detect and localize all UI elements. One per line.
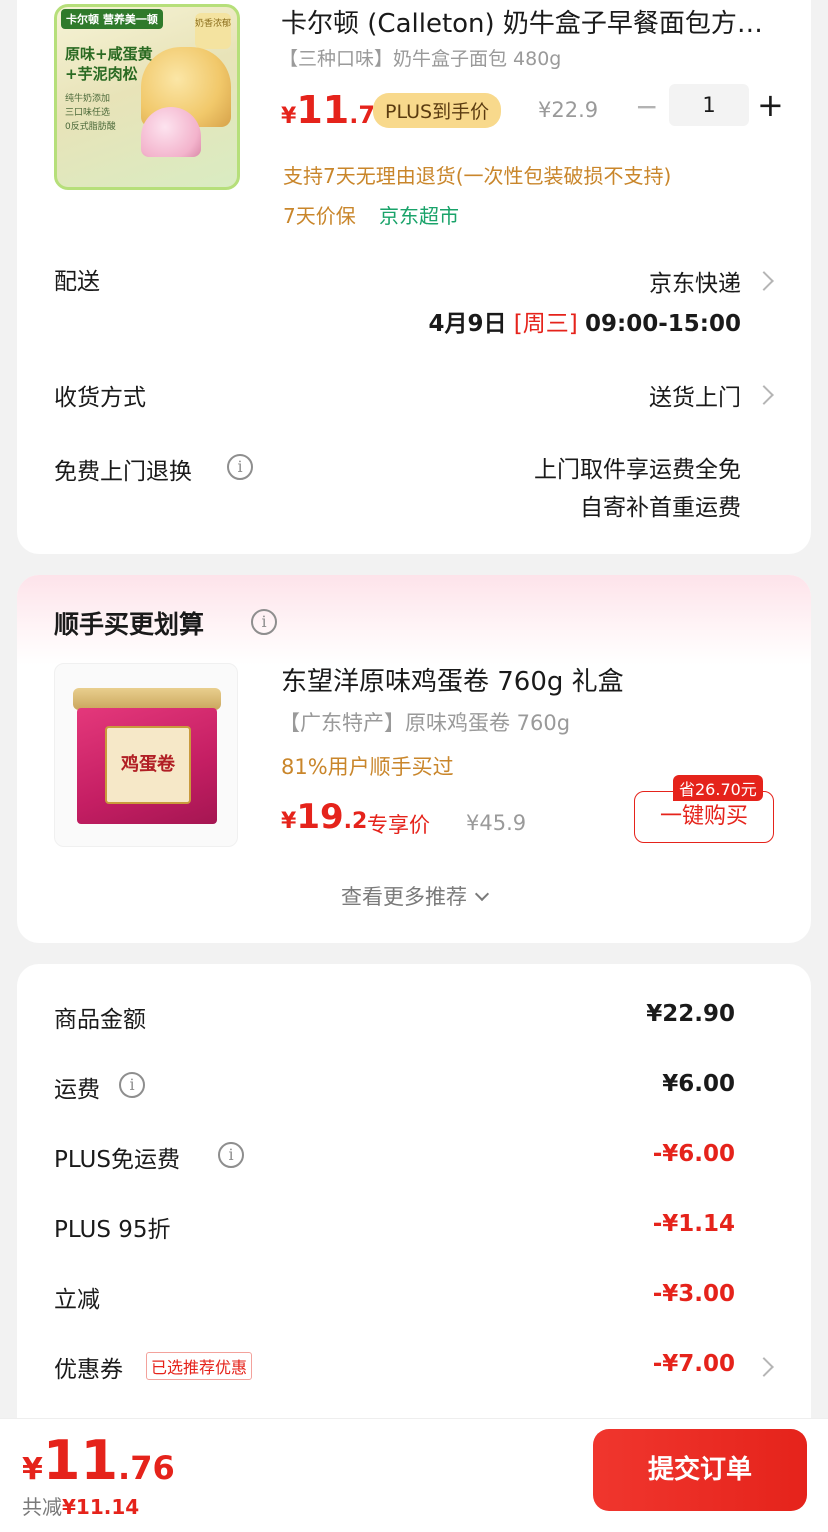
addon-card: 顺手买更划算 i 鸡蛋卷 东望洋原味鸡蛋卷 760g 礼盒 【广东特产】原味鸡蛋…	[17, 575, 811, 943]
total-savings-label: 共减	[22, 1495, 62, 1519]
product-image[interactable]: 卡尔顿 营养美一顿 奶香浓郁 原味+咸蛋黄 +芋泥肉松 纯牛奶添加 三口味任选 …	[54, 4, 240, 190]
addon-price-currency: ¥	[281, 809, 297, 834]
addon-save-tag: 省26.70元	[673, 775, 763, 801]
more-recommendations-link[interactable]: 查看更多推荐	[17, 881, 811, 911]
plus-shipping-info-icon[interactable]: i	[218, 1142, 244, 1168]
fee-value-instant-discount: -¥3.00	[652, 1281, 735, 1307]
tin-lid	[73, 688, 221, 710]
fee-value-plus-discount: -¥1.14	[652, 1211, 735, 1237]
plus-icon[interactable]: +	[757, 86, 784, 124]
fee-value-shipping: ¥6.00	[662, 1071, 735, 1097]
image-flavor-line2: +芋泥肉松	[65, 65, 138, 83]
addon-product-image[interactable]: 鸡蛋卷	[54, 663, 238, 847]
free-return-info-icon[interactable]: i	[227, 454, 253, 480]
addon-buy-stat: 81%用户顺手买过	[281, 755, 454, 779]
addon-price: ¥19.2	[281, 797, 367, 837]
minus-icon[interactable]: −	[635, 90, 658, 123]
fee-value-goods: ¥22.90	[646, 1001, 735, 1027]
quantity-input[interactable]: 1	[669, 84, 749, 126]
delivery-weekday: [周三]	[513, 311, 578, 337]
image-brand-tag: 卡尔顿 营养美一顿	[61, 9, 163, 29]
total-integer: 11	[42, 1429, 119, 1492]
delivery-slot[interactable]: 4月9日 [周三] 09:00-15:00	[428, 304, 741, 338]
product-card: 卡尔顿 营养美一顿 奶香浓郁 原味+咸蛋黄 +芋泥肉松 纯牛奶添加 三口味任选 …	[17, 0, 811, 554]
submit-order-button[interactable]: 提交订单	[593, 1429, 807, 1511]
receive-chevron-right-icon[interactable]	[754, 385, 774, 405]
total-savings[interactable]: 共减¥11.14	[22, 1491, 139, 1520]
free-return-line2: 自寄补首重运费	[580, 495, 741, 521]
fee-label-coupon[interactable]: 优惠券	[54, 1350, 123, 1384]
coupon-chevron-right-icon[interactable]	[754, 1357, 774, 1377]
delivery-label: 配送	[54, 269, 100, 295]
addon-exclusive-label: 专享价	[367, 813, 430, 837]
image-small-text-3: 0反式脂肪酸	[65, 122, 116, 132]
return-policy: 支持7天无理由退货(一次性包装破损不支持)	[283, 164, 672, 188]
price-integer: 11	[296, 88, 350, 132]
fee-label-instant-discount: 立减	[54, 1287, 100, 1313]
image-flavor-line1: 原味+咸蛋黄	[65, 45, 153, 63]
total-savings-amount: ¥11.14	[62, 1495, 140, 1519]
free-return-label: 免费上门退换	[54, 459, 192, 485]
image-small-text-2: 三口味任选	[65, 108, 111, 118]
addon-price-decimal: .2	[343, 809, 368, 834]
addon-title: 顺手买更划算	[54, 610, 205, 639]
total-decimal: .76	[118, 1449, 175, 1487]
free-return-line1: 上门取件享运费全免	[534, 457, 741, 483]
original-price: ¥22.9	[538, 98, 599, 122]
fee-card: 商品金额 ¥22.90 运费 i ¥6.00 PLUS免运费 i -¥6.00 …	[17, 964, 811, 1464]
plus-price-badge: PLUS到手价	[373, 93, 502, 128]
receive-method-label: 收货方式	[54, 385, 146, 411]
fee-label-goods: 商品金额	[54, 1007, 146, 1033]
total-currency: ¥	[22, 1452, 43, 1487]
addon-product-name[interactable]: 东望洋原味鸡蛋卷 760g 礼盒	[281, 661, 624, 698]
more-recommendations-label: 查看更多推荐	[341, 885, 467, 909]
checkout-bar: ¥11.76 共减¥11.14 提交订单	[0, 1418, 828, 1532]
fee-label-plus-free-shipping: PLUS免运费	[54, 1147, 180, 1173]
price-protect-tag: 7天价保	[283, 204, 356, 228]
fee-value-plus-free-shipping: -¥6.00	[652, 1141, 735, 1167]
total-price: ¥11.76	[22, 1429, 175, 1492]
price-currency: ¥	[281, 104, 297, 129]
addon-price-integer: 19	[296, 797, 344, 837]
coupon-selected-tag: 已选推荐优惠	[146, 1352, 253, 1380]
image-small-text-1: 纯牛奶添加	[65, 94, 111, 104]
addon-info-icon[interactable]: i	[251, 609, 277, 635]
product-spec[interactable]: 【三种口味】奶牛盒子面包 480g	[279, 44, 561, 71]
delivery-date: 4月9日	[428, 311, 507, 337]
fee-label-plus-discount: PLUS 95折	[54, 1217, 171, 1243]
delivery-time: 09:00-15:00	[585, 311, 741, 337]
fee-label-shipping: 运费	[54, 1077, 100, 1103]
fee-value-coupon[interactable]: -¥7.00	[653, 1351, 735, 1377]
chevron-down-icon	[474, 886, 490, 902]
delivery-carrier[interactable]: 京东快递	[649, 264, 741, 298]
delivery-chevron-right-icon[interactable]	[754, 271, 774, 291]
tin-label: 鸡蛋卷	[105, 726, 191, 804]
shipping-info-icon[interactable]: i	[119, 1072, 145, 1098]
image-badge: 奶香浓郁	[195, 13, 231, 49]
addon-original-price: ¥45.9	[466, 811, 527, 835]
receive-method-value[interactable]: 送货上门	[649, 378, 741, 412]
supermarket-tag: 京东超市	[379, 204, 459, 228]
product-title[interactable]: 卡尔顿 (Calleton) 奶牛盒子早餐面包方…	[281, 3, 763, 40]
addon-product-spec: 【广东特产】原味鸡蛋卷 760g	[279, 711, 571, 735]
